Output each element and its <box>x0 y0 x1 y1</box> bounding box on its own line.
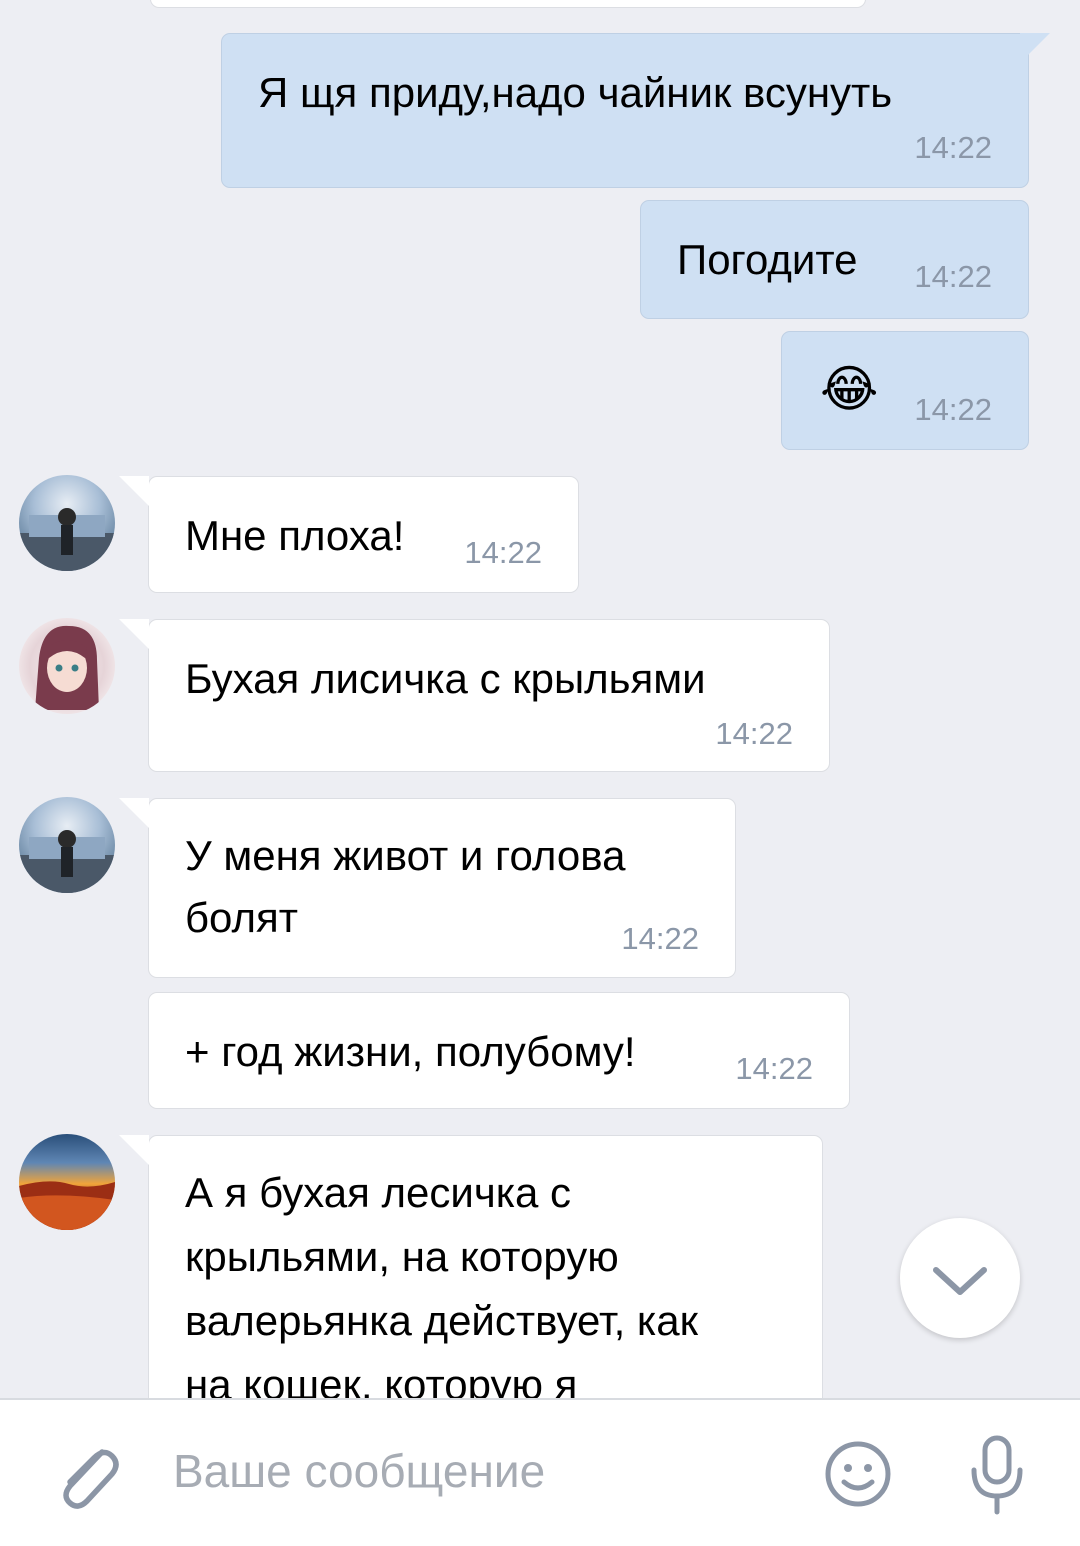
message-time: 14:22 <box>914 130 992 165</box>
avatar-photo <box>19 830 115 893</box>
avatar[interactable] <box>19 1134 115 1230</box>
message-time: 14:22 <box>464 535 542 570</box>
attach-button[interactable] <box>50 1436 122 1512</box>
message-input-placeholder: Ваше сообщение <box>173 1445 546 1497</box>
message-time: 14:22 <box>914 259 992 294</box>
message-time: 14:22 <box>735 1051 813 1086</box>
avatar-photo <box>19 508 115 571</box>
message-text: Погодите <box>677 236 858 283</box>
avatar-photo <box>19 1181 115 1230</box>
voice-message-button[interactable] <box>962 1432 1032 1518</box>
message-time: 14:22 <box>914 392 992 427</box>
avatar-photo <box>35 625 99 710</box>
message-text-line: валерьянка действует, как <box>185 1297 698 1344</box>
message-composer: Ваше сообщение <box>0 1398 1080 1546</box>
message-text: Я щя приду,надо чайник всунуть <box>258 69 893 116</box>
message-text-line: А я бухая лесичка с <box>185 1169 572 1216</box>
chevron-down-icon <box>933 1267 987 1295</box>
emoji-laughing-tears: 😂 <box>820 361 879 417</box>
paperclip-icon <box>63 1449 119 1509</box>
microphone-icon <box>971 1435 1023 1515</box>
message-text: Бухая лисичка с крыльями <box>185 655 706 702</box>
message-bubble-outgoing[interactable]: Я щя приду,надо чайник всунуть 14:22 <box>221 33 1050 188</box>
smiley-icon <box>825 1441 891 1507</box>
message-text-line: У меня живот и голова <box>185 832 626 879</box>
message-text: Мне плоха! <box>185 512 405 559</box>
message-bubble-incoming[interactable]: У меня живот и голова болят 14:22 <box>119 798 736 978</box>
message-text-line: крыльями, на которую <box>185 1233 619 1280</box>
bubble-tail <box>119 476 149 506</box>
message-bubble-incoming[interactable]: Бухая лисичка с крыльями 14:22 <box>119 619 830 772</box>
message-text: + год жизни, полубому! <box>185 1028 636 1075</box>
emoji-button[interactable] <box>822 1438 894 1510</box>
bubble-tail <box>119 798 149 828</box>
message-time: 14:22 <box>621 921 699 956</box>
avatar[interactable] <box>19 475 115 571</box>
bubble-tail <box>119 619 149 649</box>
message-bubble-incoming[interactable]: А я бухая лесичка с крыльями, на которую… <box>119 1135 823 1398</box>
message-input[interactable]: Ваше сообщение <box>150 1420 790 1530</box>
bubble-tail <box>119 1135 149 1165</box>
message-bubble-outgoing[interactable]: Погодите 14:22 <box>640 200 1029 319</box>
message-bubble-partial <box>150 0 866 8</box>
message-bubble-incoming[interactable]: + год жизни, полубому! 14:22 <box>148 992 850 1109</box>
message-text-line: болят <box>185 894 298 941</box>
message-text-line: на кошек, которую я <box>185 1361 578 1398</box>
message-list[interactable]: Я щя приду,надо чайник всунуть 14:22 Пог… <box>0 0 1080 1398</box>
avatar[interactable] <box>19 618 115 714</box>
avatar[interactable] <box>19 797 115 893</box>
message-time: 14:22 <box>715 716 793 751</box>
scroll-to-bottom-button[interactable] <box>900 1218 1020 1338</box>
message-bubble-incoming[interactable]: Мне плоха! 14:22 <box>119 476 579 593</box>
bubble-tail <box>1020 33 1050 63</box>
message-bubble-outgoing[interactable]: 😂 14:22 <box>781 331 1029 450</box>
